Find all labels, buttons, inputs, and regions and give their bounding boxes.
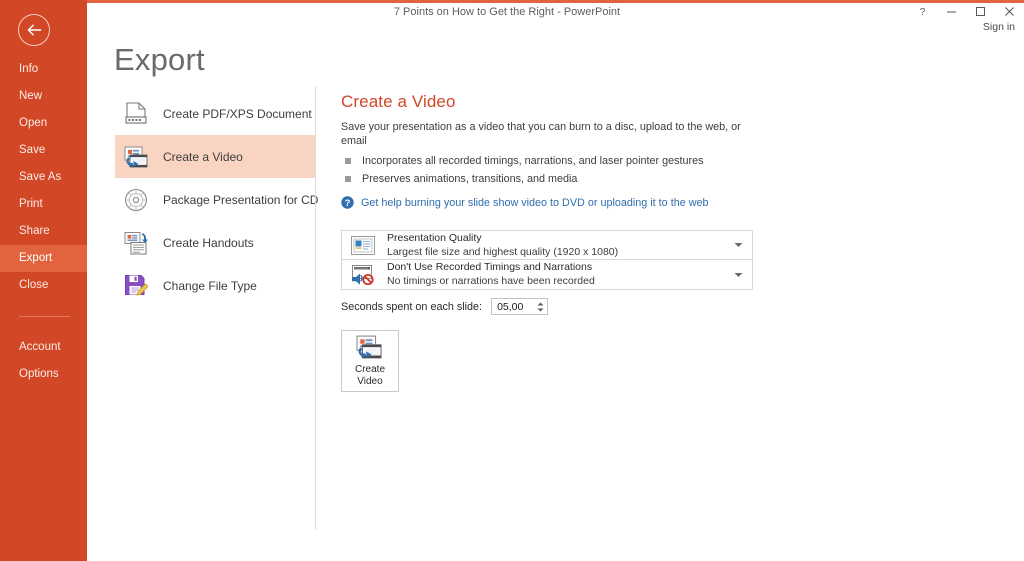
video-icon	[355, 335, 385, 361]
sidebar-item-share[interactable]: Share	[0, 218, 87, 245]
bullet-label: Incorporates all recorded timings, narra…	[362, 155, 704, 167]
combo-subtitle: Largest file size and highest quality (1…	[387, 245, 619, 258]
stepper-down-icon[interactable]	[537, 308, 544, 312]
export-option-list: Create PDF/XPS Document Create a Video P…	[115, 92, 319, 307]
export-option-label: Package Presentation for CD	[163, 192, 319, 207]
sign-in-button[interactable]: Sign in	[983, 21, 1015, 33]
presentation-quality-icon	[350, 234, 376, 256]
sidebar-item-account[interactable]: Account	[0, 334, 87, 361]
svg-text:?: ?	[920, 7, 926, 17]
sidebar-item-label: Account	[19, 341, 61, 353]
sidebar-item-export[interactable]: Export	[0, 245, 87, 272]
help-link-label[interactable]: Get help burning your slide show video t…	[361, 197, 709, 209]
powerpoint-backstage-export: Info New Open Save Save As Print Share E…	[0, 0, 1024, 561]
stepper-buttons	[534, 299, 547, 314]
close-icon[interactable]	[1001, 3, 1018, 20]
export-option-create-handouts[interactable]: Create Handouts	[115, 221, 316, 264]
backstage-sidebar: Info New Open Save Save As Print Share E…	[0, 0, 87, 561]
sidebar-item-options[interactable]: Options	[0, 361, 87, 388]
seconds-per-slide-label: Seconds spent on each slide:	[341, 300, 483, 313]
export-option-label: Create PDF/XPS Document	[163, 106, 312, 121]
minimize-icon[interactable]	[943, 3, 960, 20]
square-bullet-icon	[345, 176, 351, 182]
chevron-down-icon[interactable]	[734, 242, 743, 248]
create-video-button[interactable]: Create Video	[341, 330, 399, 392]
export-option-label: Create a Video	[163, 149, 243, 164]
sidebar-item-save[interactable]: Save	[0, 137, 87, 164]
combo-title: Presentation Quality	[387, 231, 482, 244]
sidebar-item-open[interactable]: Open	[0, 110, 87, 137]
export-option-create-video[interactable]: Create a Video	[115, 135, 316, 178]
pdf-document-icon	[123, 101, 149, 127]
cd-disc-icon	[123, 187, 149, 213]
sidebar-item-save-as[interactable]: Save As	[0, 164, 87, 191]
window-title: 7 Points on How to Get the Right - Power…	[393, 6, 621, 18]
combo-title: Don't Use Recorded Timings and Narration…	[387, 261, 593, 273]
create-video-pane: Create a Video Save your presentation as…	[341, 92, 761, 392]
seconds-input[interactable]	[492, 300, 535, 313]
sidebar-item-label: Info	[19, 63, 39, 75]
pane-title: Create a Video	[341, 92, 456, 111]
create-video-button-label: Create Video	[355, 364, 385, 388]
sidebar-item-label: New	[19, 90, 43, 102]
bullet-label: Preserves animations, transitions, and m…	[362, 173, 578, 185]
presentation-quality-dropdown[interactable]: Presentation Quality Largest file size a…	[341, 230, 753, 260]
page-title: Export	[114, 42, 205, 77]
feature-bullet-list: Incorporates all recorded timings, narra…	[341, 153, 761, 187]
seconds-stepper[interactable]	[491, 298, 549, 315]
export-option-change-file-type[interactable]: Change File Type	[115, 264, 316, 307]
video-settings-group: Presentation Quality Largest file size a…	[341, 230, 753, 290]
sidebar-item-new[interactable]: New	[0, 83, 87, 110]
sidebar-item-label: Options	[19, 368, 59, 380]
top-accent-stripe	[87, 0, 1024, 3]
export-option-label: Create Handouts	[163, 235, 254, 250]
sidebar-item-label: Print	[19, 198, 43, 210]
export-option-label: Change File Type	[163, 278, 257, 293]
sidebar-item-label: Close	[19, 279, 49, 291]
help-icon[interactable]: ?	[914, 3, 931, 20]
sidebar-item-label: Open	[19, 117, 48, 129]
pane-divider	[315, 86, 316, 530]
combo-text: Presentation Quality Largest file size a…	[387, 232, 618, 259]
sidebar-item-print[interactable]: Print	[0, 191, 87, 218]
file-type-icon	[123, 273, 149, 299]
export-option-create-pdf-xps[interactable]: Create PDF/XPS Document	[115, 92, 316, 135]
back-button[interactable]	[18, 14, 50, 46]
create-video-button-line2: Video	[357, 375, 383, 387]
chevron-down-icon[interactable]	[734, 272, 743, 278]
sidebar-item-label: Save	[19, 144, 46, 156]
list-item: Incorporates all recorded timings, narra…	[341, 153, 761, 169]
stepper-up-icon[interactable]	[537, 302, 544, 306]
pane-description: Save your presentation as a video that y…	[341, 121, 741, 147]
create-video-button-line1: Create	[354, 363, 385, 375]
no-narration-icon	[350, 264, 376, 286]
seconds-per-slide-row: Seconds spent on each slide:	[341, 298, 761, 315]
sidebar-item-label: Save As	[19, 171, 62, 183]
sidebar-item-info[interactable]: Info	[0, 56, 87, 83]
combo-text: Don't Use Recorded Timings and Narration…	[387, 261, 595, 288]
sidebar-item-label: Share	[19, 225, 50, 237]
handouts-icon	[123, 230, 149, 256]
export-option-package-for-cd[interactable]: Package Presentation for CD	[115, 178, 319, 221]
list-item: Preserves animations, transitions, and m…	[341, 171, 761, 187]
svg-text:?: ?	[345, 198, 351, 209]
combo-subtitle: No timings or narrations have been recor…	[387, 275, 595, 287]
maximize-icon[interactable]	[972, 3, 989, 20]
window-controls: ?	[914, 3, 1018, 20]
back-arrow-icon	[27, 24, 42, 36]
video-icon	[123, 144, 149, 170]
sidebar-item-close[interactable]: Close	[0, 272, 87, 299]
help-link-row[interactable]: ? Get help burning your slide show video…	[341, 196, 761, 209]
square-bullet-icon	[345, 158, 351, 164]
question-circle-icon: ?	[341, 196, 354, 209]
sidebar-item-label: Export	[19, 252, 53, 264]
backstage-nav: Info New Open Save Save As Print Share E…	[0, 56, 87, 388]
recorded-timings-dropdown[interactable]: Don't Use Recorded Timings and Narration…	[341, 260, 753, 290]
